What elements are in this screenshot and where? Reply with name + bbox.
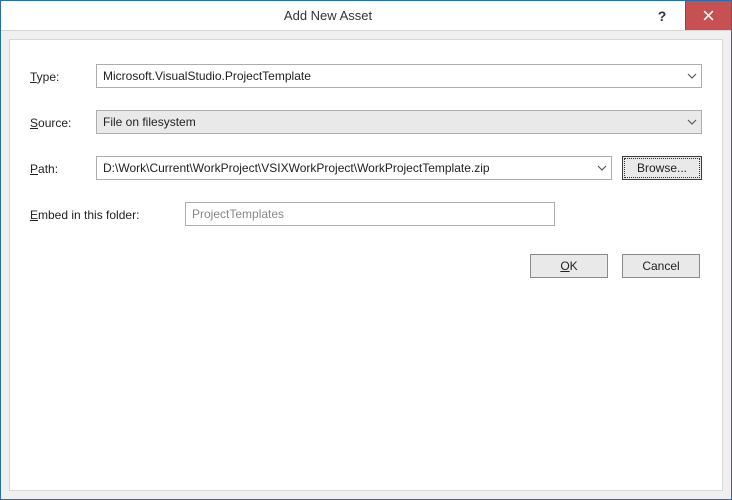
source-row: Source: File on filesystem (30, 110, 702, 134)
source-combo[interactable]: File on filesystem (96, 110, 702, 134)
type-label: Type: (30, 69, 96, 84)
cancel-button-label: Cancel (642, 259, 679, 273)
embed-folder-input[interactable]: ProjectTemplates (185, 202, 555, 226)
type-combo[interactable]: Microsoft.VisualStudio.ProjectTemplate (96, 64, 702, 88)
action-strip: OK Cancel (30, 254, 702, 278)
dialog-window: Add New Asset ? Type: Microsoft.VisualSt… (0, 0, 732, 500)
path-row: Path: D:\Work\Current\WorkProject\VSIXWo… (30, 156, 702, 180)
client-area: Type: Microsoft.VisualStudio.ProjectTemp… (9, 39, 723, 491)
help-button[interactable]: ? (639, 1, 685, 30)
embed-label: Embed in this folder: (30, 207, 185, 222)
help-icon: ? (658, 8, 667, 24)
type-row: Type: Microsoft.VisualStudio.ProjectTemp… (30, 64, 702, 88)
ok-button-label: OK (560, 259, 577, 273)
chevron-down-icon (687, 73, 697, 79)
ok-button[interactable]: OK (530, 254, 608, 278)
path-combo-value: D:\Work\Current\WorkProject\VSIXWorkProj… (103, 161, 490, 175)
embed-row: Embed in this folder: ProjectTemplates (30, 202, 702, 226)
embed-folder-placeholder: ProjectTemplates (192, 207, 284, 221)
type-combo-value: Microsoft.VisualStudio.ProjectTemplate (103, 69, 311, 83)
window-title: Add New Asset (17, 1, 639, 30)
source-combo-value: File on filesystem (103, 115, 196, 129)
chevron-down-icon (687, 119, 697, 125)
browse-button[interactable]: Browse... (622, 156, 702, 180)
chevron-down-icon (597, 165, 607, 171)
close-button[interactable] (685, 1, 731, 30)
cancel-button[interactable]: Cancel (622, 254, 700, 278)
title-bar: Add New Asset ? (1, 1, 731, 31)
path-label: Path: (30, 161, 96, 176)
close-icon (703, 8, 714, 24)
source-label: Source: (30, 115, 96, 130)
path-combo[interactable]: D:\Work\Current\WorkProject\VSIXWorkProj… (96, 156, 612, 180)
browse-button-label: Browse... (637, 161, 687, 175)
